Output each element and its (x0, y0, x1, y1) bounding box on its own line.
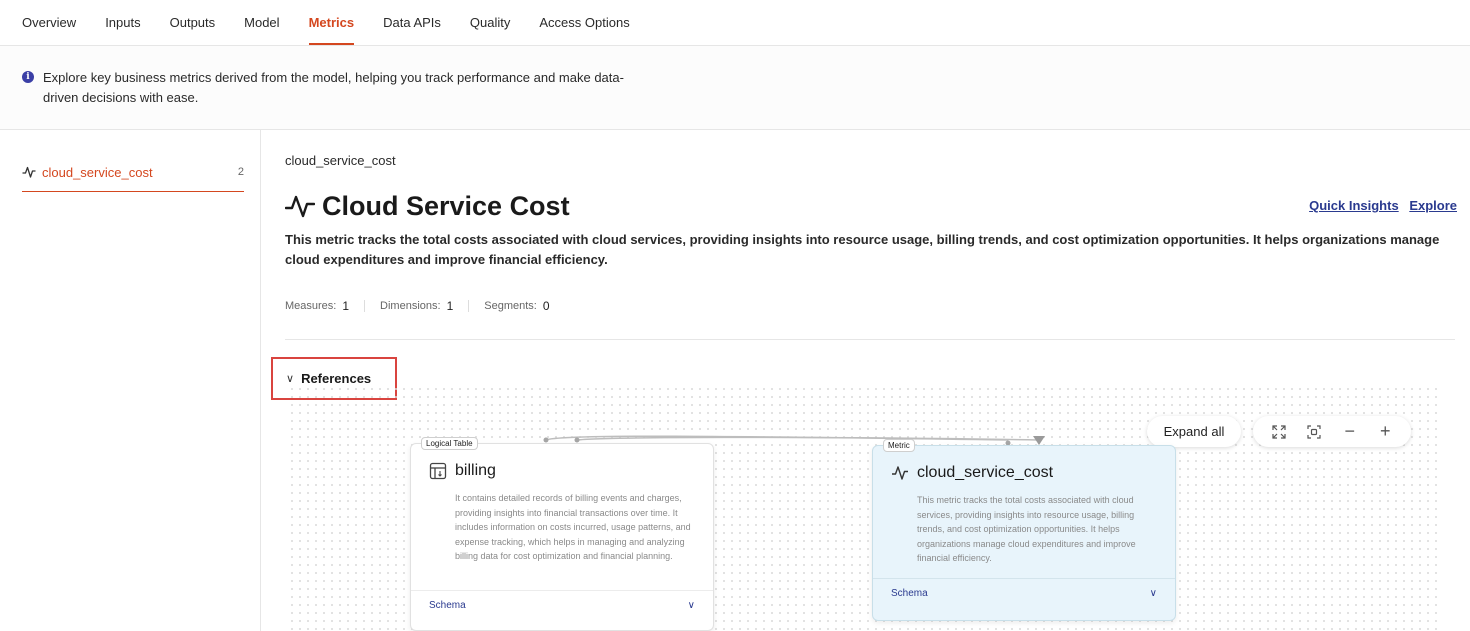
pulse-icon (285, 195, 315, 218)
chevron-down-icon: ∨ (1149, 588, 1157, 599)
segments-value: 0 (542, 299, 550, 313)
info-text: Explore key business metrics derived fro… (43, 70, 624, 105)
measures-label: Measures: (285, 300, 337, 312)
quick-insights-link[interactable]: Quick Insights (1309, 198, 1399, 213)
section-divider (285, 339, 1455, 340)
page-title-row: Cloud Service Cost (285, 188, 570, 224)
billing-node[interactable]: Logical Table billing It contains detail… (410, 437, 714, 631)
fit-view-icon[interactable] (1303, 421, 1325, 443)
schema-label: Schema (429, 600, 466, 611)
segments-label: Segments: (484, 300, 537, 312)
node-description: It contains detailed records of billing … (455, 493, 691, 561)
schema-toggle[interactable]: Schema ∨ (411, 590, 713, 620)
node-type-tag: Metric (883, 439, 915, 452)
tab-model[interactable]: Model (244, 0, 279, 45)
pulse-icon (22, 166, 36, 178)
metric-node[interactable]: Metric cloud_service_cost This metric tr… (872, 439, 1176, 621)
node-type-tag: Logical Table (421, 437, 478, 450)
metric-description: This metric tracks the total costs assoc… (285, 232, 1440, 267)
node-title-text: cloud_service_cost (917, 464, 1054, 481)
pulse-icon (892, 466, 908, 480)
explore-link[interactable]: Explore (1409, 198, 1457, 213)
metric-stats: Measures: 1 Dimensions: 1 Segments: 0 (285, 299, 550, 313)
sidebar-item-label: cloud_service_cost (42, 165, 153, 180)
fullscreen-icon[interactable] (1268, 421, 1290, 443)
tab-inputs[interactable]: Inputs (105, 0, 140, 45)
stats-divider (364, 300, 366, 312)
tab-metrics[interactable]: Metrics (308, 0, 354, 45)
info-banner: i Explore key business metrics derived f… (0, 46, 1470, 130)
dimensions-value: 1 (446, 299, 454, 313)
references-label: References (301, 371, 372, 386)
node-description: This metric tracks the total costs assoc… (917, 495, 1136, 563)
node-title: billing (429, 462, 496, 480)
zoom-in-icon[interactable]: + (1374, 421, 1396, 443)
metrics-sidebar: cloud_service_cost 2 (0, 130, 261, 631)
measures-value: 1 (342, 299, 350, 313)
expand-all-button[interactable]: Expand all (1147, 416, 1241, 447)
schema-label: Schema (891, 588, 928, 599)
chevron-down-icon: ∨ (286, 373, 295, 385)
canvas-controls: − + (1253, 416, 1411, 447)
node-title-text: billing (455, 462, 496, 479)
table-icon (429, 462, 447, 480)
breadcrumb: cloud_service_cost (285, 153, 396, 168)
sidebar-item-cloud-service-cost[interactable]: cloud_service_cost 2 (22, 157, 244, 192)
tab-overview[interactable]: Overview (22, 0, 76, 45)
tab-outputs[interactable]: Outputs (170, 0, 216, 45)
sidebar-item-count: 2 (237, 166, 244, 178)
tab-access-options[interactable]: Access Options (539, 0, 629, 45)
stats-divider (468, 300, 470, 312)
node-title: cloud_service_cost (891, 464, 1053, 482)
zoom-out-icon[interactable]: − (1339, 421, 1361, 443)
info-icon: i (22, 71, 34, 83)
tab-quality[interactable]: Quality (470, 0, 510, 45)
schema-toggle[interactable]: Schema ∨ (873, 578, 1175, 608)
header-links: Quick Insights Explore (1302, 198, 1457, 213)
page-title: Cloud Service Cost (322, 190, 570, 221)
top-tabs: Overview Inputs Outputs Model Metrics Da… (0, 0, 1470, 46)
chevron-down-icon: ∨ (687, 600, 695, 611)
tab-data-apis[interactable]: Data APIs (383, 0, 441, 45)
dimensions-label: Dimensions: (380, 300, 441, 312)
